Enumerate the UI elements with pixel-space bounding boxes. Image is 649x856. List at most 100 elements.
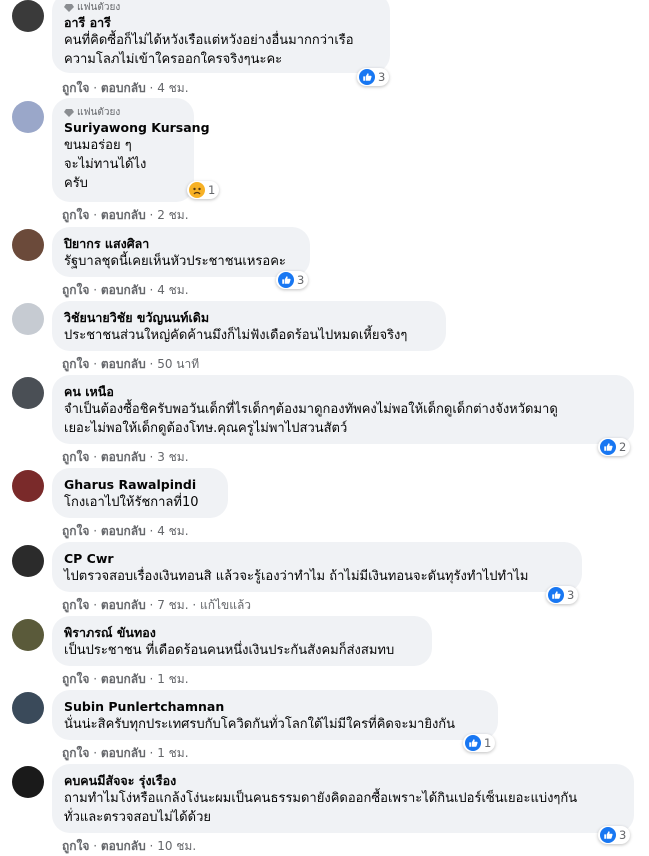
- comment-author[interactable]: คบคนมีสัจจะ รุ่งเรือง: [64, 772, 622, 789]
- reply-link[interactable]: ตอบกลับ: [101, 746, 146, 760]
- like-link[interactable]: ถูกใจ: [62, 81, 89, 95]
- comment-author[interactable]: CP Cwr: [64, 550, 570, 567]
- reply-link[interactable]: ตอบกลับ: [101, 450, 146, 464]
- like-link[interactable]: ถูกใจ: [62, 839, 89, 853]
- comment-text: ประชาชนส่วนใหญ่คัดค้านมึงก็ไม่ฟังเดือดร้…: [64, 328, 408, 343]
- comment-time[interactable]: 1 ชม.: [157, 672, 188, 686]
- comment-time[interactable]: 1 ชม.: [157, 746, 188, 760]
- separator: ·: [89, 283, 101, 297]
- comment-actions: ถูกใจ · ตอบกลับ · 10 ชม.: [62, 837, 196, 856]
- fan-badge-label: แฟนตัวยง: [77, 1, 121, 13]
- comment-author[interactable]: ปิยากร แสงศิลา: [64, 235, 298, 252]
- reaction-number: 2: [619, 440, 627, 454]
- like-link[interactable]: ถูกใจ: [62, 283, 89, 297]
- like-link[interactable]: ถูกใจ: [62, 208, 89, 222]
- reaction-number: 3: [378, 70, 386, 84]
- comment-text: นั่นน่ะสิครับทุกประเทศรบกับโควิดกันทั่วโ…: [64, 717, 456, 732]
- like-link[interactable]: ถูกใจ: [62, 746, 89, 760]
- avatar[interactable]: [12, 303, 44, 335]
- comment-author[interactable]: อารี อารี: [64, 14, 378, 31]
- comment-time[interactable]: 2 ชม.: [157, 208, 188, 222]
- separator: ·: [89, 839, 101, 853]
- separator: ·: [89, 357, 101, 371]
- comment-actions: ถูกใจ · ตอบกลับ · 7 ชม. · แก้ไขแล้ว: [62, 596, 251, 615]
- comment-author[interactable]: Suriyawong Kursang: [64, 119, 210, 136]
- comment-time[interactable]: 4 ชม.: [157, 283, 188, 297]
- reply-link[interactable]: ตอบกลับ: [101, 283, 146, 297]
- avatar[interactable]: [12, 101, 44, 133]
- sad-icon: [189, 182, 205, 198]
- reaction-count[interactable]: 2: [598, 438, 631, 456]
- separator: ·: [145, 672, 158, 686]
- reply-link[interactable]: ตอบกลับ: [101, 208, 146, 222]
- comment-author[interactable]: พิราภรณ์ ขันทอง: [64, 624, 420, 641]
- reply-link[interactable]: ตอบกลับ: [101, 598, 146, 612]
- comment-actions: ถูกใจ · ตอบกลับ · 50 นาที: [62, 355, 199, 374]
- comment-time[interactable]: 7 ชม.: [157, 598, 188, 612]
- comment-text: จำเป็นต้องซื้อชิครับพอวันเด็กที่ไรเด็กๆต…: [64, 402, 558, 436]
- like-link[interactable]: ถูกใจ: [62, 450, 89, 464]
- avatar[interactable]: [12, 692, 44, 724]
- avatar[interactable]: [12, 545, 44, 577]
- like-link[interactable]: ถูกใจ: [62, 598, 89, 612]
- reply-link[interactable]: ตอบกลับ: [101, 81, 146, 95]
- separator: ·: [89, 450, 101, 464]
- separator: ·: [145, 357, 158, 371]
- avatar[interactable]: [12, 377, 44, 409]
- separator: ·: [89, 598, 101, 612]
- comment-author[interactable]: Subin Punlertchamnan: [64, 698, 486, 715]
- like-link[interactable]: ถูกใจ: [62, 524, 89, 538]
- fan-badge-label: แฟนตัวยง: [77, 106, 121, 118]
- comment-bubble: Subin Punlertchamnan นั่นน่ะสิครับทุกประเ…: [52, 690, 498, 740]
- reaction-count[interactable]: 3: [546, 586, 579, 604]
- separator: ·: [145, 746, 158, 760]
- comment-time[interactable]: 50 นาที: [157, 357, 199, 371]
- comment-text: ไปตรวจสอบเรื่องเงินทอนสิ แล้วจะรู้เองว่า…: [64, 569, 529, 584]
- comment-author[interactable]: วิชัยนายวิชัย ขวัญนนท์เดิม: [64, 309, 434, 326]
- separator: ·: [89, 208, 101, 222]
- separator: ·: [145, 450, 158, 464]
- avatar[interactable]: [12, 766, 44, 798]
- reply-link[interactable]: ตอบกลับ: [101, 672, 146, 686]
- like-link[interactable]: ถูกใจ: [62, 672, 89, 686]
- comment-actions: ถูกใจ · ตอบกลับ · 4 ชม.: [62, 79, 189, 98]
- avatar[interactable]: [12, 0, 44, 32]
- comment-bubble: CP Cwr ไปตรวจสอบเรื่องเงินทอนสิ แล้วจะรู้…: [52, 542, 582, 592]
- diamond-icon: [64, 108, 74, 117]
- avatar[interactable]: [12, 619, 44, 651]
- comment-time[interactable]: 4 ชม.: [157, 524, 188, 538]
- comment-bubble: พิราภรณ์ ขันทองเป็นประชาชน ที่เดือดร้อนค…: [52, 616, 432, 666]
- comment-time[interactable]: 4 ชม.: [157, 81, 188, 95]
- separator: ·: [89, 672, 101, 686]
- reply-link[interactable]: ตอบกลับ: [101, 357, 146, 371]
- comment-time[interactable]: 3 ชม.: [157, 450, 188, 464]
- comment-bubble: คน เหนือจำเป็นต้องซื้อชิครับพอวันเด็กที่…: [52, 375, 634, 444]
- comment-bubble: วิชัยนายวิชัย ขวัญนนท์เดิมประชาชนส่วนใหญ…: [52, 301, 446, 351]
- comment-bubble: แฟนตัวยง อารี อารี คนที่คิดซื้อก็ไม่ได้หวั…: [52, 0, 390, 73]
- reaction-count[interactable]: 1: [187, 181, 220, 199]
- separator: ·: [145, 839, 158, 853]
- reply-link[interactable]: ตอบกลับ: [101, 524, 146, 538]
- separator: ·: [145, 208, 158, 222]
- reaction-count[interactable]: 1: [463, 734, 496, 752]
- like-icon: [359, 69, 375, 85]
- reaction-count[interactable]: 3: [276, 271, 309, 289]
- fan-badge: แฟนตัวยง: [64, 106, 182, 119]
- avatar[interactable]: [12, 470, 44, 502]
- separator: ·: [145, 524, 158, 538]
- separator: ·: [145, 598, 158, 612]
- comment-time[interactable]: 10 ชม.: [157, 839, 196, 853]
- separator: ·: [145, 81, 158, 95]
- reaction-count[interactable]: 3: [357, 68, 390, 86]
- comment-text: เป็นประชาชน ที่เดือดร้อนคนหนึ่งเงินประกั…: [64, 643, 395, 658]
- comment-author[interactable]: คน เหนือ: [64, 383, 622, 400]
- like-link[interactable]: ถูกใจ: [62, 357, 89, 371]
- comment-actions: ถูกใจ · ตอบกลับ · 4 ชม.: [62, 522, 189, 541]
- comment-author[interactable]: Gharus Rawalpindi: [64, 476, 216, 493]
- reaction-count[interactable]: 3: [598, 826, 631, 844]
- avatar[interactable]: [12, 229, 44, 261]
- comment-actions: ถูกใจ · ตอบกลับ · 1 ชม.: [62, 670, 189, 689]
- comment-actions: ถูกใจ · ตอบกลับ · 1 ชม.: [62, 744, 189, 763]
- edited-label[interactable]: แก้ไขแล้ว: [200, 598, 251, 612]
- reply-link[interactable]: ตอบกลับ: [101, 839, 146, 853]
